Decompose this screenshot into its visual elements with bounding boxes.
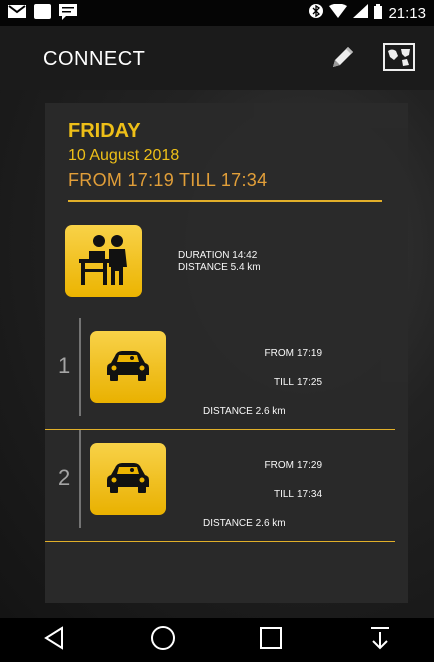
trip-timeline-line: [79, 318, 81, 416]
from-value: 17:19: [297, 348, 323, 359]
car-icon: [105, 348, 151, 387]
signal-icon: [353, 4, 369, 22]
summary-duration: DURATION 14:42: [178, 250, 258, 261]
recents-icon: [259, 626, 283, 655]
system-nav-bar: [0, 618, 434, 662]
bluetooth-icon: [309, 3, 324, 23]
from-value: 17:29: [297, 460, 323, 471]
day-label: FRIDAY: [68, 120, 141, 142]
app-bar: CONNECT: [0, 26, 434, 90]
till-value: 17:25: [297, 377, 323, 388]
trip-number: 2: [58, 465, 71, 490]
time-range: FROM 17:19 TILL 17:34: [68, 170, 268, 190]
battery-icon: [374, 3, 383, 23]
trip-icon-tile: [90, 331, 166, 403]
header-divider: [68, 200, 382, 202]
till-value: 17:34: [297, 489, 323, 500]
gmail-icon: [8, 4, 26, 25]
reception-icon: [75, 231, 133, 292]
car-icon: [105, 460, 151, 499]
till-label: TILL: [273, 377, 294, 388]
status-time: 21:13: [388, 4, 426, 22]
recents-button[interactable]: [246, 620, 296, 660]
map-icon: [383, 42, 415, 76]
summary-text: DURATION 14:42 DISTANCE 5.4 km: [178, 250, 261, 274]
pencil-icon: [330, 44, 356, 75]
trip-number: 1: [58, 353, 71, 378]
from-label: FROM: [264, 460, 294, 471]
trip-row[interactable]: 1 FROM 17:19 TILL 17:25 DISTANCE 2.6 km: [45, 318, 408, 430]
summary-icon-tile: [65, 225, 142, 297]
till-label: TILL: [273, 489, 294, 500]
status-bar: 21:13: [0, 0, 434, 26]
wifi-icon: [329, 3, 348, 22]
app-title: CONNECT: [43, 48, 146, 70]
home-icon: [150, 625, 176, 656]
trip-icon-tile: [90, 443, 166, 515]
trip-divider: [45, 541, 395, 542]
message-icon: [59, 4, 77, 25]
back-icon: [42, 625, 66, 655]
trip-timeline-line: [79, 430, 81, 528]
edit-button[interactable]: [324, 40, 362, 78]
from-label: FROM: [264, 348, 294, 359]
download-button[interactable]: [355, 620, 405, 660]
home-button[interactable]: [138, 620, 188, 660]
summary-distance: DISTANCE 5.4 km: [178, 262, 261, 273]
map-button[interactable]: [380, 40, 418, 78]
trip-distance: DISTANCE 2.6 km: [203, 406, 286, 417]
date-label: 10 August 2018: [68, 147, 180, 164]
download-icon: [368, 626, 392, 655]
app-icon: [34, 4, 51, 19]
trip-distance: DISTANCE 2.6 km: [203, 518, 286, 529]
trip-row[interactable]: 2 FROM 17:29 TILL 17:34 DISTANCE 2.6 km: [45, 430, 408, 542]
trip-card[interactable]: FRIDAY 10 August 2018 FROM 17:19 TILL 17…: [45, 103, 408, 603]
back-button[interactable]: [29, 620, 79, 660]
content-area: FRIDAY 10 August 2018 FROM 17:19 TILL 17…: [0, 90, 434, 618]
